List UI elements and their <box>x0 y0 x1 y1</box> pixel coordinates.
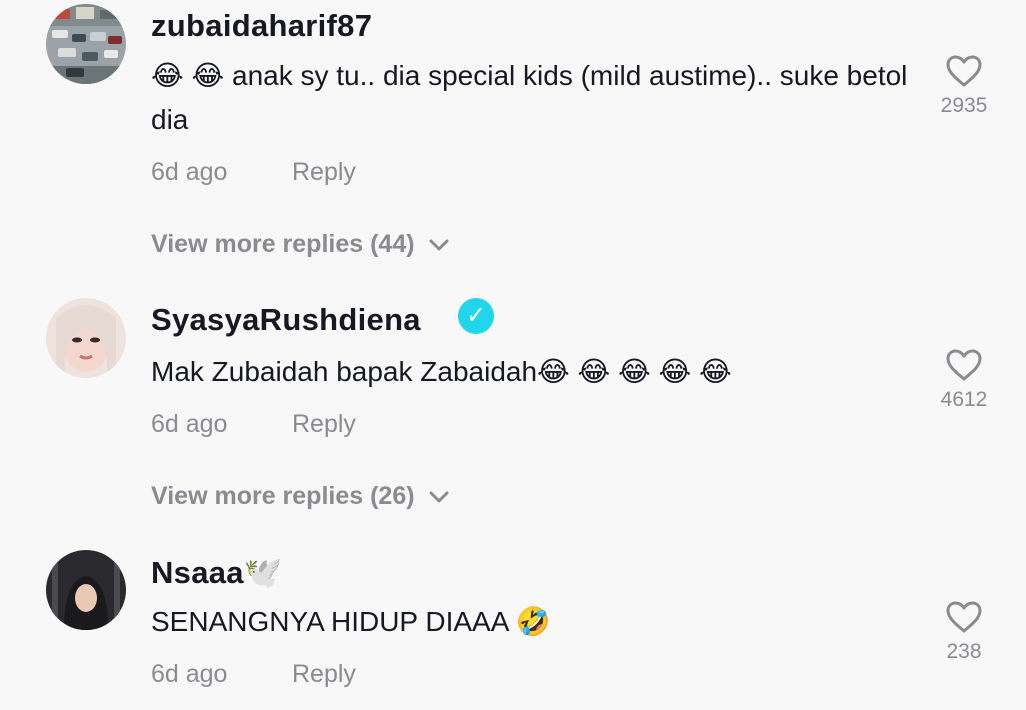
like-count: 4612 <box>940 388 988 411</box>
chevron-down-icon <box>429 239 449 251</box>
timestamp: 6d ago <box>151 410 228 438</box>
heart-icon <box>946 601 982 633</box>
avatar[interactable] <box>46 550 126 630</box>
reply-button[interactable]: Reply <box>292 410 356 439</box>
heart-icon <box>946 55 982 87</box>
like-button[interactable]: 238 <box>930 600 998 664</box>
comment-text: 😂 😂 anak sy tu.. dia special kids (mild … <box>151 60 908 135</box>
username[interactable]: SyasyaRushdiena <box>151 302 421 338</box>
comment-item: zubaidaharif87 😂 😂 anak sy tu.. dia spec… <box>0 0 1026 280</box>
chevron-down-icon <box>429 491 449 503</box>
username[interactable]: zubaidaharif87 <box>151 8 372 44</box>
reply-button[interactable]: Reply <box>292 158 356 187</box>
like-count: 238 <box>946 640 982 663</box>
verified-badge-icon: ✓ <box>458 298 494 334</box>
reply-button[interactable]: Reply <box>292 660 356 689</box>
comment-text: Mak Zubaidah bapak Zabaidah😂 😂 😂 😂 😂 <box>151 356 732 387</box>
like-button[interactable]: 4612 <box>930 348 998 412</box>
comment-text: SENANGNYA HIDUP DIAAA 🤣 <box>151 606 551 637</box>
username[interactable]: Nsaaa🕊️ <box>151 554 283 591</box>
like-button[interactable]: 2935 <box>930 54 998 118</box>
heart-icon <box>946 349 982 381</box>
view-more-replies-button[interactable]: View more replies (26) <box>151 482 449 511</box>
timestamp: 6d ago <box>151 158 228 186</box>
view-more-label: View more replies (44) <box>151 230 415 258</box>
like-count: 2935 <box>940 94 988 117</box>
comment-item: Nsaaa🕊️ SENANGNYA HIDUP DIAAA 🤣 6d ago R… <box>0 530 1026 710</box>
comment-item: SyasyaRushdiena ✓ Mak Zubaidah bapak Zab… <box>0 280 1026 530</box>
timestamp: 6d ago <box>151 660 228 688</box>
avatar[interactable] <box>46 298 126 378</box>
view-more-label: View more replies (26) <box>151 482 415 510</box>
avatar[interactable] <box>46 4 126 84</box>
view-more-replies-button[interactable]: View more replies (44) <box>151 230 449 259</box>
